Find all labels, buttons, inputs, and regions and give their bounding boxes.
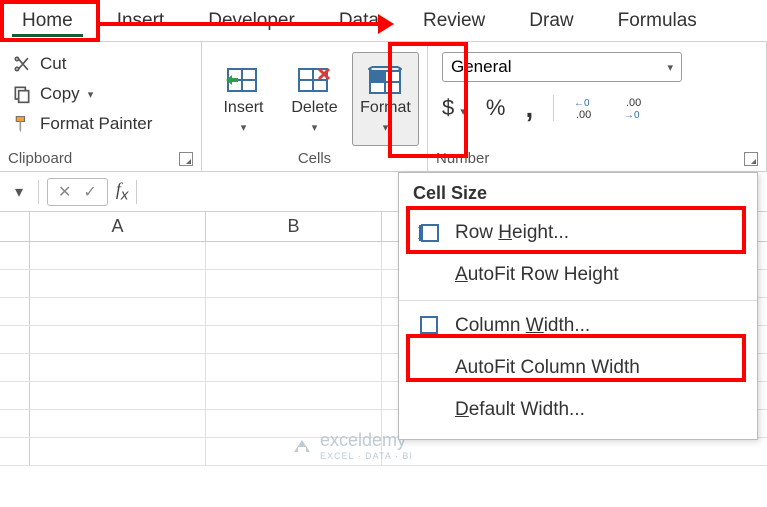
menu-autofit-row[interactable]: AutoFit Row Height: [399, 254, 757, 296]
clipboard-group-label: Clipboard: [8, 150, 72, 167]
svg-text:←0: ←0: [574, 98, 590, 109]
menu-separator: [399, 300, 757, 301]
delete-label: Delete: [291, 99, 337, 117]
copy-icon: [12, 84, 32, 104]
group-cells: Insert ▾ Delete ▾ Format ▾ Cells: [202, 42, 428, 171]
enter-icon[interactable]: ✓: [83, 182, 96, 202]
chevron-down-icon: ▾: [667, 61, 673, 74]
comma-button[interactable]: ,: [525, 92, 533, 124]
copy-button[interactable]: Copy ▾: [8, 82, 193, 106]
decrease-decimal-button[interactable]: .00→0: [624, 96, 654, 120]
increase-decimal-button[interactable]: ←0.00: [574, 96, 604, 120]
chevron-down-icon: ▾: [88, 88, 94, 101]
insert-cells-icon: [226, 65, 260, 95]
svg-text:→0: →0: [624, 110, 640, 120]
percent-button[interactable]: %: [486, 95, 506, 121]
menu-section-header: Cell Size: [399, 173, 757, 212]
currency-button[interactable]: $ ▾: [442, 95, 466, 121]
watermark: exceldemy EXCEL · DATA · BI: [290, 430, 413, 461]
number-format-combo[interactable]: General ▾: [442, 52, 682, 82]
menu-autofit-row-label: AutoFit Row Height: [455, 264, 619, 286]
name-box-dropdown[interactable]: ▾: [8, 181, 30, 203]
tab-developer[interactable]: Developer: [186, 0, 317, 41]
format-painter-button[interactable]: Format Painter: [8, 112, 193, 136]
tab-insert[interactable]: Insert: [95, 0, 187, 41]
cancel-icon[interactable]: ✕: [58, 182, 71, 202]
menu-autofit-column-label: AutoFit Column Width: [455, 357, 640, 379]
ribbon: Cut Copy ▾ Format Painter Clipboard: [0, 42, 767, 172]
watermark-text: exceldemy: [320, 430, 406, 450]
tab-review[interactable]: Review: [401, 0, 507, 41]
highlight-arrow-head: [378, 14, 394, 34]
chevron-down-icon: ▾: [312, 121, 318, 134]
menu-row-height[interactable]: Row Height...: [399, 212, 757, 254]
copy-label: Copy: [40, 84, 80, 104]
format-dropdown-menu: Cell Size Row Height... AutoFit Row Heig…: [398, 172, 758, 440]
clipboard-launcher-icon[interactable]: [179, 152, 193, 166]
formula-controls: ✕ ✓: [47, 178, 108, 206]
column-header-b[interactable]: B: [206, 212, 382, 241]
format-painter-label: Format Painter: [40, 114, 152, 134]
number-launcher-icon[interactable]: [744, 152, 758, 166]
tab-draw[interactable]: Draw: [507, 0, 595, 41]
separator: [553, 95, 554, 121]
delete-cells-icon: [297, 65, 331, 95]
delete-cells-button[interactable]: Delete ▾: [281, 52, 348, 146]
fx-icon[interactable]: fx: [116, 179, 129, 204]
cells-group-label: Cells: [298, 150, 331, 167]
column-width-icon: [417, 315, 441, 337]
tab-formulas[interactable]: Formulas: [596, 0, 719, 41]
number-format-value: General: [451, 57, 511, 77]
column-header-a[interactable]: A: [30, 212, 206, 241]
menu-autofit-column[interactable]: AutoFit Column Width: [399, 347, 757, 389]
chevron-down-icon: ▾: [241, 121, 247, 134]
format-cells-icon: [368, 65, 402, 95]
cut-label: Cut: [40, 54, 66, 74]
format-cells-button[interactable]: Format ▾: [352, 52, 419, 146]
menu-row-height-label: Row Height...: [455, 222, 569, 244]
menu-column-width[interactable]: Column Width...: [399, 305, 757, 347]
chevron-down-icon: ▾: [383, 121, 389, 134]
svg-text:.00: .00: [626, 97, 641, 109]
menu-default-width-label: Default Width...: [455, 399, 585, 421]
select-all-corner[interactable]: [0, 212, 30, 241]
paintbrush-icon: [12, 114, 32, 134]
group-number: General ▾ $ ▾ % , ←0.00 .00→0 Number: [428, 42, 767, 171]
watermark-icon: [290, 434, 314, 458]
menu-default-width[interactable]: Default Width...: [399, 389, 757, 431]
group-clipboard: Cut Copy ▾ Format Painter Clipboard: [0, 42, 202, 171]
scissors-icon: [12, 54, 32, 74]
menu-column-width-label: Column Width...: [455, 315, 590, 337]
insert-label: Insert: [223, 99, 263, 117]
insert-cells-button[interactable]: Insert ▾: [210, 52, 277, 146]
svg-text:.00: .00: [576, 109, 591, 120]
highlight-arrow: [100, 22, 382, 26]
watermark-subtext: EXCEL · DATA · BI: [320, 451, 413, 461]
row-height-icon: [417, 222, 441, 244]
number-group-label: Number: [436, 150, 489, 167]
tab-home[interactable]: Home: [0, 0, 95, 41]
cut-button[interactable]: Cut: [8, 52, 193, 76]
format-label: Format: [360, 99, 411, 117]
